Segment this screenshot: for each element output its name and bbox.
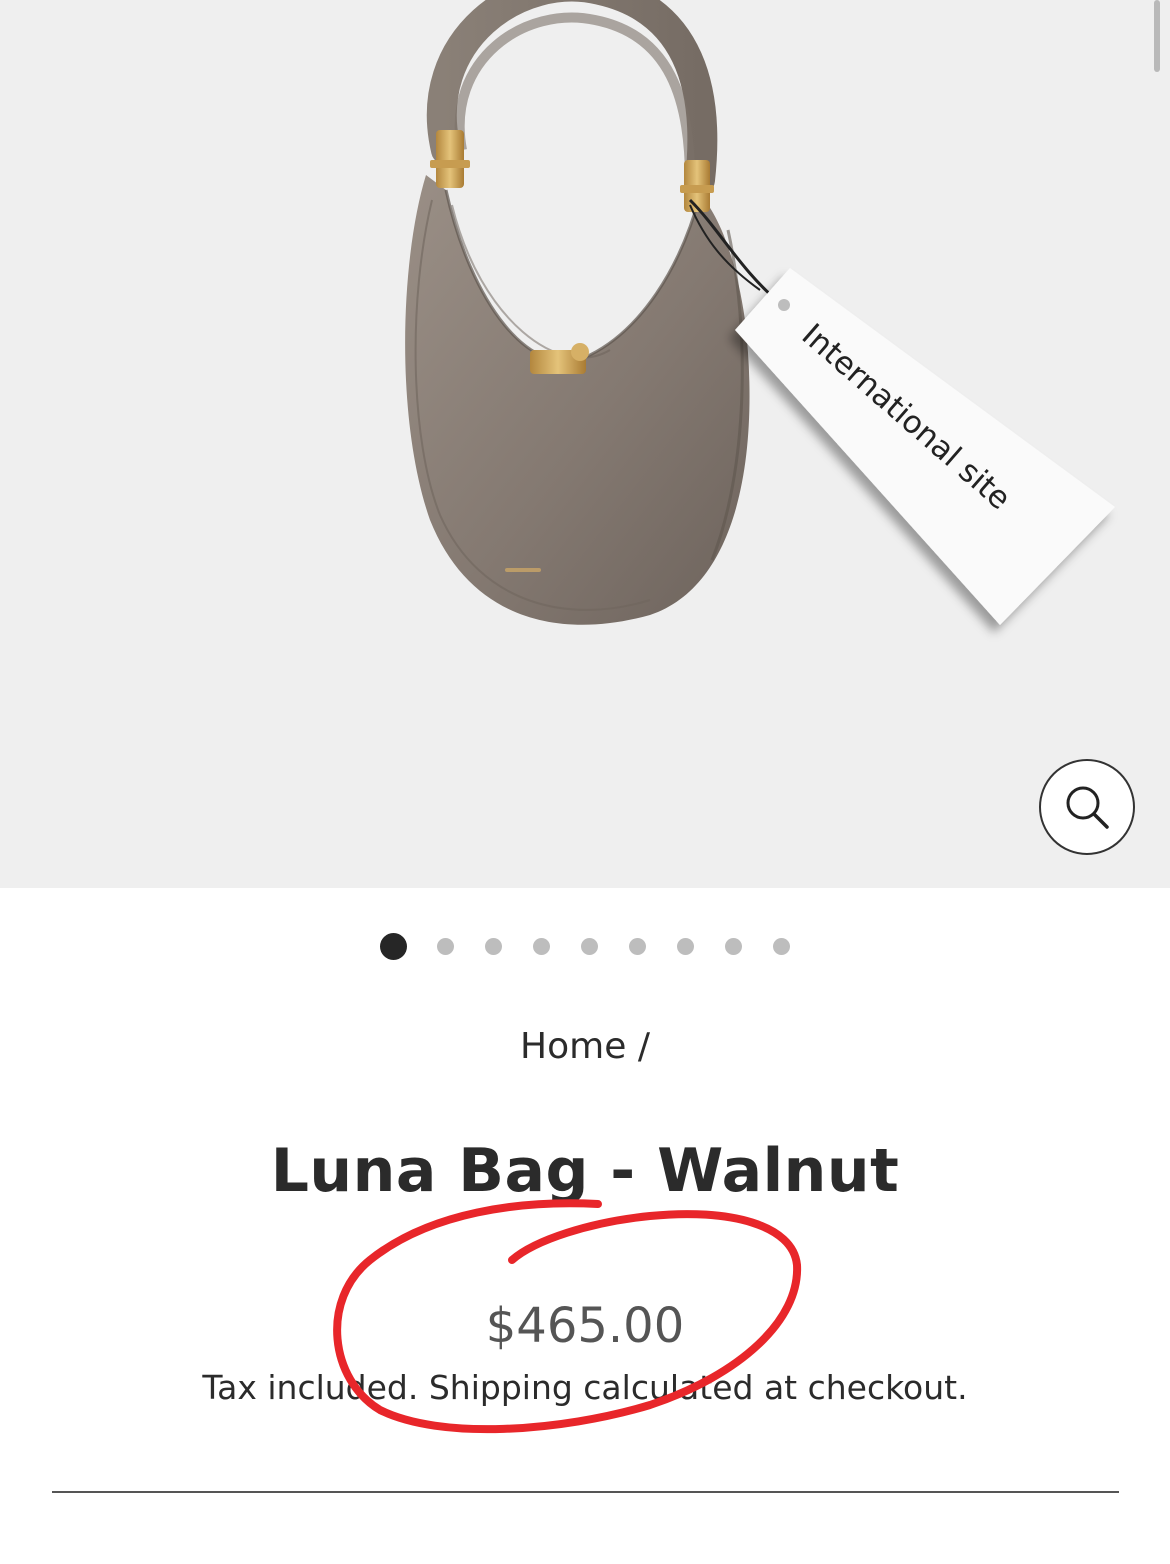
product-title: Luna Bag - Walnut — [270, 1136, 900, 1206]
breadcrumb: Home / — [0, 1026, 1170, 1067]
product-page: International site Home / Luna Bag - Wal… — [0, 0, 1170, 1564]
carousel-dot[interactable] — [533, 938, 550, 955]
carousel-dots — [0, 933, 1170, 961]
tax-shipping-note: Tax included. Shipping calculated at che… — [202, 1368, 968, 1407]
carousel-dot[interactable] — [485, 938, 502, 955]
carousel-dot[interactable] — [437, 938, 454, 955]
carousel-dot[interactable] — [581, 938, 598, 955]
zoom-button[interactable] — [1039, 759, 1135, 855]
product-price: $465.00 — [485, 1298, 685, 1354]
product-image[interactable]: International site — [0, 0, 1170, 888]
carousel-dot[interactable] — [773, 938, 790, 955]
section-divider — [52, 1491, 1119, 1493]
carousel-dot[interactable] — [380, 933, 407, 960]
carousel-dot[interactable] — [629, 938, 646, 955]
bag-illustration: International site — [405, 0, 1115, 625]
breadcrumb-home-link[interactable]: Home — [520, 1026, 626, 1067]
breadcrumb-separator: / — [637, 1026, 650, 1067]
carousel-dot[interactable] — [677, 938, 694, 955]
carousel-dot[interactable] — [725, 938, 742, 955]
scrollbar[interactable] — [1154, 0, 1160, 72]
search-icon — [1066, 786, 1109, 829]
